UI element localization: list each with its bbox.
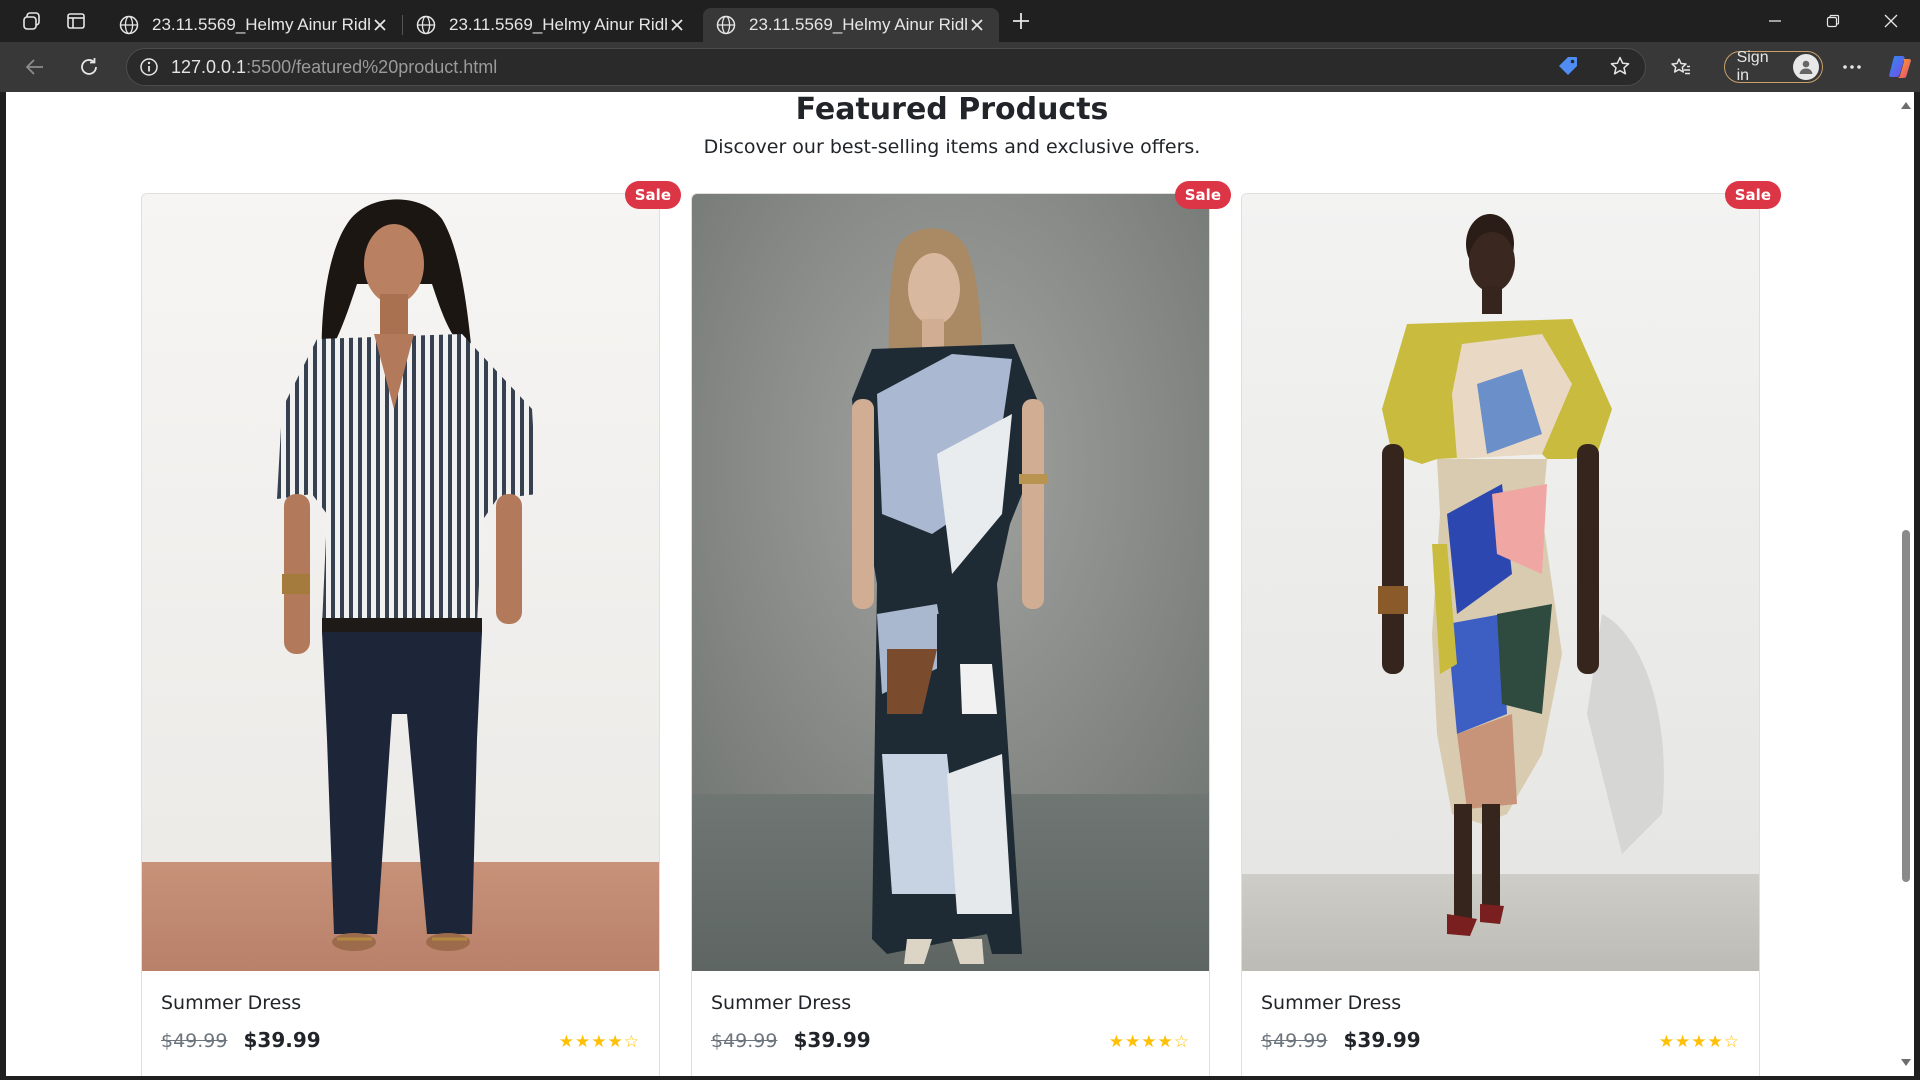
product-card[interactable]: Sale Summer Dress $49.99 $39.99 ★★★★☆ bbox=[1241, 181, 1781, 1076]
product-image-abstract-dress[interactable] bbox=[692, 194, 1209, 971]
product-card[interactable]: Sale Summer Dress $49.99 $39.99 ★★★★☆ bbox=[691, 181, 1231, 1076]
address-bar[interactable]: 127.0.0.1:5500/featured%20product.html bbox=[126, 48, 1646, 86]
globe-icon bbox=[716, 15, 736, 35]
url-text[interactable]: 127.0.0.1:5500/featured%20product.html bbox=[171, 57, 497, 78]
price-row: $49.99 $39.99 bbox=[1261, 1028, 1421, 1052]
window-controls bbox=[1746, 0, 1920, 42]
close-tab-icon[interactable] bbox=[967, 15, 987, 35]
star-rating: ★★★★☆ bbox=[1658, 1032, 1740, 1052]
original-price: $49.99 bbox=[711, 1030, 778, 1052]
price-row: $49.99 $39.99 bbox=[161, 1028, 321, 1052]
star-rating: ★★★★☆ bbox=[1108, 1032, 1190, 1052]
tab-title: 23.11.5569_Helmy Ainur Ridho bbox=[449, 15, 667, 34]
copilot-icon[interactable] bbox=[1880, 42, 1920, 92]
window-bottom-edge bbox=[0, 1076, 1920, 1080]
globe-icon bbox=[119, 15, 139, 35]
globe-icon bbox=[416, 15, 436, 35]
restore-button[interactable] bbox=[1804, 0, 1862, 42]
close-tab-icon[interactable] bbox=[370, 15, 390, 35]
product-image-watercolor-dress[interactable] bbox=[1242, 194, 1759, 971]
page-viewport: Featured Products Discover our best-sell… bbox=[6, 92, 1898, 1076]
site-info-icon[interactable] bbox=[127, 57, 171, 77]
sign-in-button[interactable]: Sign in bbox=[1723, 49, 1823, 84]
close-window-button[interactable] bbox=[1862, 0, 1920, 42]
shopping-tag-icon[interactable] bbox=[1557, 55, 1579, 82]
original-price: $49.99 bbox=[1261, 1030, 1328, 1052]
browser-tab-2[interactable]: 23.11.5569_Helmy Ainur Ridho bbox=[403, 8, 699, 42]
favorite-star-icon[interactable] bbox=[1609, 55, 1631, 82]
original-price: $49.99 bbox=[161, 1030, 228, 1052]
workspaces-icon[interactable] bbox=[10, 0, 54, 42]
scroll-thumb[interactable] bbox=[1902, 530, 1910, 882]
new-tab-button[interactable] bbox=[999, 0, 1043, 42]
scroll-up-arrow[interactable] bbox=[1901, 102, 1911, 109]
browser-tab-1[interactable]: 23.11.5569_Helmy Ainur Ridho bbox=[106, 8, 402, 42]
product-name[interactable]: Summer Dress bbox=[1261, 992, 1401, 1014]
browser-toolbar: 127.0.0.1:5500/featured%20product.html S… bbox=[0, 42, 1920, 92]
more-options-icon[interactable] bbox=[1823, 42, 1881, 92]
price-row: $49.99 $39.99 bbox=[711, 1028, 871, 1052]
refresh-button[interactable] bbox=[62, 42, 116, 92]
section-title: Featured Products bbox=[795, 92, 1109, 127]
tab-title: 23.11.5569_Helmy Ainur Ridho bbox=[749, 15, 967, 34]
product-image-striped-shirt[interactable] bbox=[142, 194, 659, 971]
vertical-scrollbar[interactable] bbox=[1898, 92, 1914, 1076]
sale-price: $39.99 bbox=[793, 1028, 871, 1052]
product-card[interactable]: Sale Summer Dress $49.99 $39.99 ★★★★☆ bbox=[141, 181, 681, 1076]
product-name[interactable]: Summer Dress bbox=[161, 992, 301, 1014]
sale-badge: Sale bbox=[1174, 181, 1231, 209]
sale-price: $39.99 bbox=[243, 1028, 321, 1052]
sale-badge: Sale bbox=[1724, 181, 1781, 209]
minimize-button[interactable] bbox=[1746, 0, 1804, 42]
scroll-down-arrow[interactable] bbox=[1901, 1059, 1911, 1066]
product-name[interactable]: Summer Dress bbox=[711, 992, 851, 1014]
sale-price: $39.99 bbox=[1343, 1028, 1421, 1052]
tab-actions-icon[interactable] bbox=[54, 0, 98, 42]
back-button[interactable] bbox=[8, 42, 62, 92]
url-path: :5500/featured%20product.html bbox=[246, 56, 498, 77]
sign-in-label: Sign in bbox=[1736, 49, 1769, 84]
sale-badge: Sale bbox=[624, 181, 681, 209]
favorites-icon[interactable] bbox=[1656, 42, 1706, 92]
close-tab-icon[interactable] bbox=[667, 15, 687, 35]
section-subtitle: Discover our best-selling items and excl… bbox=[703, 136, 1201, 158]
browser-tab-strip: 23.11.5569_Helmy Ainur Ridho 23.11.5569_… bbox=[0, 0, 1920, 42]
browser-tab-3-active[interactable]: 23.11.5569_Helmy Ainur Ridho bbox=[703, 8, 999, 42]
profile-avatar-icon bbox=[1793, 54, 1819, 80]
url-host: 127.0.0.1 bbox=[171, 56, 247, 77]
star-rating: ★★★★☆ bbox=[558, 1032, 640, 1052]
tab-title: 23.11.5569_Helmy Ainur Ridho bbox=[152, 15, 370, 34]
